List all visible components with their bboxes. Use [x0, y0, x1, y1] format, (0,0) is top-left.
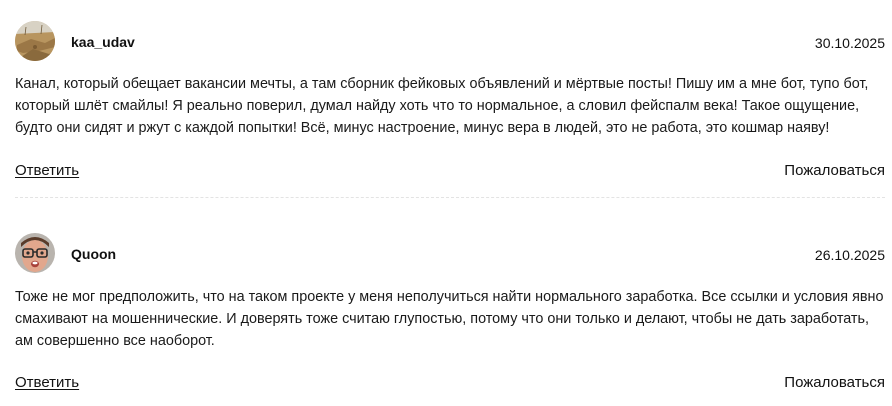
comment-actions: Ответить Пожаловаться — [15, 162, 885, 184]
report-link[interactable]: Пожаловаться — [784, 374, 885, 391]
comment-divider — [15, 197, 885, 198]
reply-link[interactable]: Ответить — [15, 162, 79, 179]
comment-username[interactable]: kaa_udav — [71, 34, 135, 50]
landscape-photo-avatar[interactable] — [15, 21, 55, 61]
comments-list: kaa_udav 30.10.2025 Канал, который обеща… — [0, 0, 892, 406]
report-link[interactable]: Пожаловаться — [784, 162, 885, 179]
comment-item: Quoon 26.10.2025 Тоже не мог предположит… — [15, 233, 885, 391]
comment-text: Канал, который обещает вакансии мечты, а… — [15, 76, 869, 136]
comment-header: kaa_udav 30.10.2025 — [15, 21, 885, 65]
comment-actions: Ответить Пожаловаться — [15, 374, 885, 396]
glasses-face-avatar[interactable] — [15, 233, 55, 273]
comment-text: Тоже не мог предположить, что на таком п… — [15, 289, 884, 349]
comment-username[interactable]: Quoon — [71, 246, 116, 262]
reply-link[interactable]: Ответить — [15, 374, 79, 391]
comment-item: kaa_udav 30.10.2025 Канал, который обеща… — [15, 21, 885, 179]
comment-date: 26.10.2025 — [814, 247, 885, 263]
comment-header: Quoon 26.10.2025 — [15, 233, 885, 277]
comment-date: 30.10.2025 — [814, 35, 885, 51]
